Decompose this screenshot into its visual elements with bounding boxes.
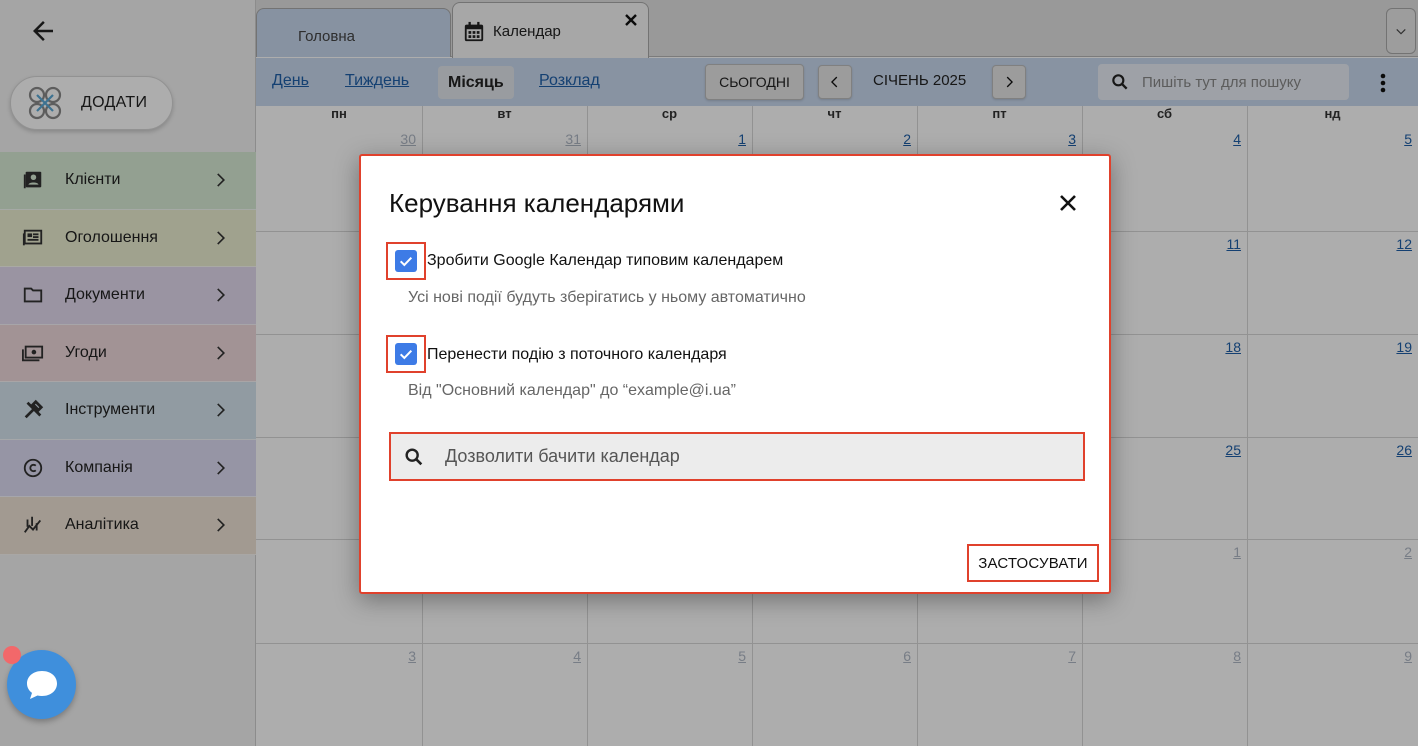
default-calendar-label: Зробити Google Календар типовим календар…: [427, 252, 784, 269]
search-icon: [405, 447, 423, 465]
check-icon: [399, 349, 413, 360]
default-calendar-help: Усі нові події будуть зберігатись у ньом…: [408, 289, 806, 306]
dialog-title: Керування календарями: [389, 188, 685, 218]
move-event-checkbox[interactable]: [386, 335, 426, 373]
apply-button[interactable]: ЗАСТОСУВАТИ: [967, 544, 1099, 582]
chat-bubble-icon: [26, 670, 57, 699]
calendar-permission-field[interactable]: [389, 432, 1085, 481]
checkbox-checked: [395, 250, 417, 272]
calendar-permission-input[interactable]: [445, 446, 1045, 467]
move-event-help: Від "Основний календар" до “example@i.ua…: [408, 382, 736, 399]
manage-calendars-dialog: Керування календарями Зробити Google Кал…: [359, 154, 1111, 594]
notification-dot: [3, 646, 21, 664]
checkbox-checked: [395, 343, 417, 365]
check-icon: [399, 256, 413, 267]
move-event-label: Перенести подію з поточного календаря: [427, 346, 727, 363]
default-calendar-checkbox[interactable]: [386, 242, 426, 280]
close-icon[interactable]: [1057, 192, 1079, 214]
